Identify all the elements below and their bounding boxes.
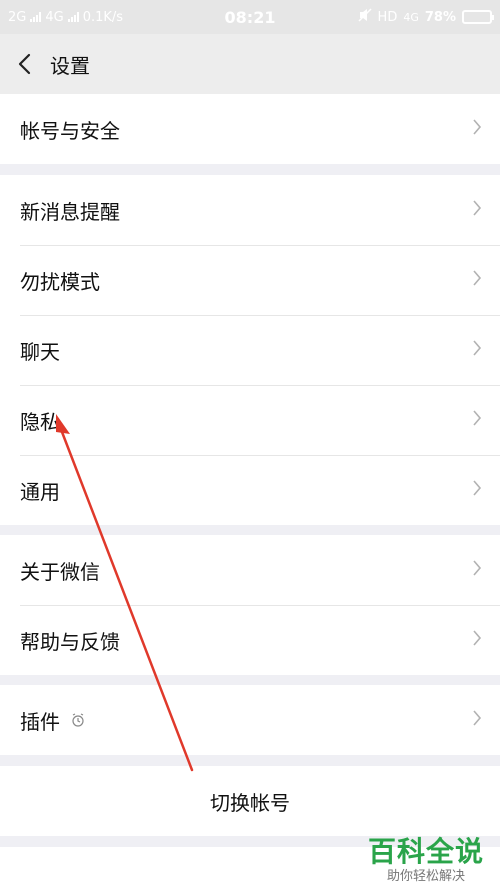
settings-item-label: 通用 xyxy=(20,479,60,504)
settings-item-label: 关于微信 xyxy=(20,559,100,584)
settings-item-label: 勿扰模式 xyxy=(20,269,100,294)
settings-item-account-security[interactable]: 帐号与安全 xyxy=(0,94,500,164)
settings-group-account: 帐号与安全 xyxy=(0,94,500,164)
settings-group-about: 关于微信 帮助与反馈 xyxy=(0,535,500,675)
logout-label: 退出 xyxy=(230,883,270,889)
switch-account-button[interactable]: 切换帐号 xyxy=(0,766,500,836)
page-title: 设置 xyxy=(50,53,90,78)
battery-icon xyxy=(462,10,494,24)
settings-item-label: 隐私 xyxy=(20,409,60,434)
alarm-clock-icon xyxy=(70,712,86,728)
watermark: 百科全说 助你轻松解决 xyxy=(367,835,484,884)
app-header: 设置 xyxy=(0,34,500,94)
chevron-right-icon xyxy=(472,199,482,221)
back-icon[interactable] xyxy=(4,34,44,94)
switch-account-section: 切换帐号 xyxy=(0,766,500,836)
settings-item-privacy[interactable]: 隐私 xyxy=(0,385,500,455)
chevron-right-icon xyxy=(472,269,482,291)
settings-item-help-feedback[interactable]: 帮助与反馈 xyxy=(0,605,500,675)
settings-item-plugins[interactable]: 插件 xyxy=(0,685,500,755)
status-bar: 2G 4G 0.1K/s 08:21 HD 4G 78% xyxy=(0,0,500,34)
chevron-right-icon xyxy=(472,409,482,431)
settings-group-prefs: 新消息提醒 勿扰模式 聊天 隐私 通用 xyxy=(0,175,500,525)
settings-item-label: 帮助与反馈 xyxy=(20,629,120,654)
settings-item-label: 新消息提醒 xyxy=(20,199,120,224)
settings-item-do-not-disturb[interactable]: 勿扰模式 xyxy=(0,245,500,315)
settings-item-label: 插件 xyxy=(20,709,60,734)
chevron-right-icon xyxy=(472,339,482,361)
chevron-right-icon xyxy=(472,479,482,501)
settings-item-about-wechat[interactable]: 关于微信 xyxy=(0,535,500,605)
chevron-right-icon xyxy=(472,118,482,140)
settings-item-chat[interactable]: 聊天 xyxy=(0,315,500,385)
settings-group-plugins: 插件 xyxy=(0,685,500,755)
watermark-title: 百科全说 xyxy=(367,835,484,868)
settings-item-label: 聊天 xyxy=(20,339,60,364)
settings-item-label: 帐号与安全 xyxy=(20,118,120,143)
chevron-right-icon xyxy=(472,629,482,651)
clock: 08:21 xyxy=(224,7,276,27)
watermark-subtitle: 助你轻松解决 xyxy=(386,869,465,884)
chevron-right-icon xyxy=(472,709,482,731)
chevron-right-icon xyxy=(472,559,482,581)
settings-item-general[interactable]: 通用 xyxy=(0,455,500,525)
settings-item-new-message-alerts[interactable]: 新消息提醒 xyxy=(0,175,500,245)
